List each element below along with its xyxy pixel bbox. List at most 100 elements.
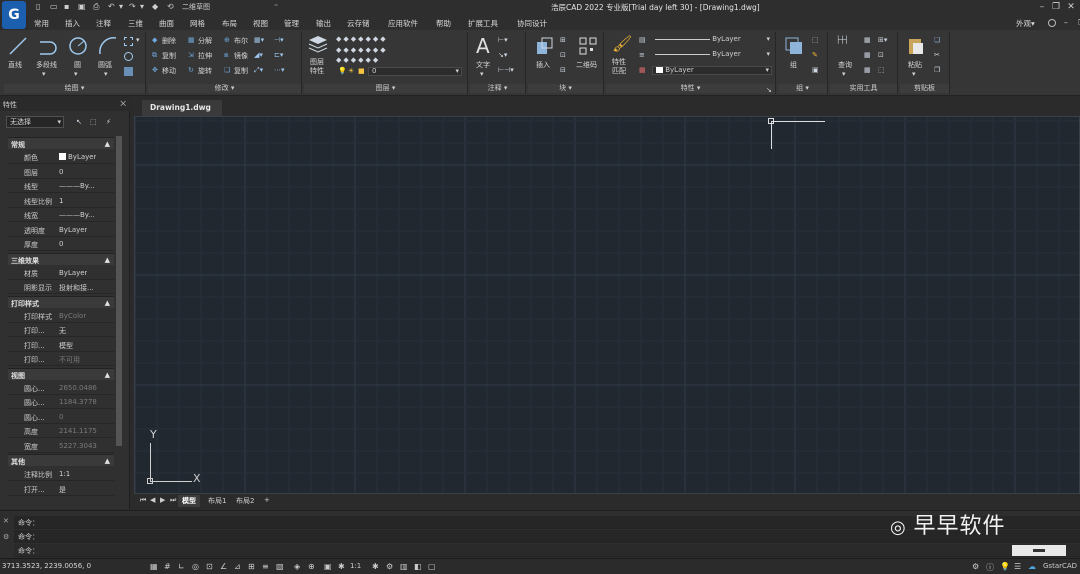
layer-tools-row-1[interactable]: ◆◆◆◆◆◆◆ (336, 35, 388, 43)
trim-icon[interactable]: ⊣▾ (274, 36, 284, 44)
block-create-icon[interactable]: ⊡ (560, 51, 566, 59)
stretch-icon[interactable]: ⇲ (188, 51, 194, 59)
status-info-icon[interactable]: ⓘ (986, 562, 995, 572)
color-icon[interactable]: ▤ (639, 36, 646, 44)
save-as-icon[interactable]: ▣ (78, 2, 87, 12)
tips-icon[interactable]: 💡 (1000, 562, 1010, 571)
redo-dropdown-icon[interactable]: ▾ (140, 2, 149, 12)
group-icon[interactable] (784, 36, 804, 56)
appearance-menu[interactable]: 外观▾ (1016, 18, 1035, 29)
auto-scale-icon[interactable]: ✱ (372, 562, 381, 571)
polyline-dropdown-icon[interactable]: ▾ (42, 70, 46, 78)
insert-block-icon[interactable] (534, 36, 554, 56)
join-icon[interactable]: ⋯▾ (274, 66, 285, 74)
util-more-icon[interactable]: ▦ (864, 66, 871, 74)
lineweight-icon[interactable]: ▦ (639, 66, 646, 74)
group-panel-label[interactable]: 组 ▾ (778, 84, 827, 93)
property-row[interactable]: 打开... 是 (8, 482, 114, 496)
match-properties-icon[interactable]: 🖌 (612, 34, 632, 53)
array-icon[interactable]: ▦▾ (254, 36, 264, 44)
color-dropdown[interactable]: ByLayer ▾ (652, 36, 772, 45)
property-row[interactable]: 注释比例 1:1 (8, 467, 114, 481)
property-row[interactable]: 颜色 ByLayer (8, 150, 114, 164)
menu-home[interactable]: 常用 (34, 18, 49, 29)
minimize-icon[interactable]: – (1036, 1, 1048, 13)
menu-annotate[interactable]: 注释 (96, 18, 111, 29)
block-attr-icon[interactable]: ⊟ (560, 66, 566, 74)
property-row[interactable]: 圆心... 2650.0486 (8, 381, 114, 395)
circle-dropdown-icon[interactable]: ▾ (74, 70, 78, 78)
restore-icon[interactable]: ❐ (1050, 1, 1062, 13)
qrcode-tool[interactable]: 二维码 (576, 60, 597, 70)
property-row[interactable]: 材质 ByLayer (8, 266, 114, 280)
tab-add-layout[interactable]: + (260, 495, 274, 505)
property-row[interactable]: 图层 0 (8, 165, 114, 179)
workspace-switch-icon[interactable]: ⚙ (386, 562, 395, 571)
layer-on-icon[interactable]: 💡 (338, 67, 347, 75)
section-header[interactable]: 视图 ▲ (8, 367, 114, 380)
app-logo[interactable]: G (2, 1, 26, 29)
rectangle-icon[interactable] (124, 37, 133, 46)
property-row[interactable]: 厚度 0 (8, 237, 114, 251)
fullscreen-icon[interactable]: ▢ (428, 562, 437, 571)
property-row[interactable]: 阴影显示 投射和接... (8, 280, 114, 294)
menu-apps[interactable]: 应用软件 (388, 18, 418, 29)
menu-mesh[interactable]: 网格 (190, 18, 205, 29)
lock-ui-icon[interactable]: ▥ (400, 562, 409, 571)
layer-dropdown[interactable]: 0 ▾ (368, 67, 462, 76)
paste-tool[interactable]: 粘贴 (908, 60, 922, 70)
layer-lock-icon[interactable]: ■ (358, 67, 365, 75)
osnap-icon[interactable]: ⊡ (206, 562, 215, 571)
toggle-pickadd-icon[interactable]: ↖ (76, 118, 82, 126)
insert-tool[interactable]: 插入 (536, 60, 550, 70)
id-point-icon[interactable]: ⊞▾ (878, 36, 887, 44)
text-icon[interactable]: A (476, 34, 490, 58)
section-header[interactable]: 打印样式 ▲ (8, 295, 114, 308)
utilities-panel-label[interactable]: 实用工具 (830, 84, 897, 93)
hatch-icon[interactable] (124, 67, 133, 76)
grid-display-icon[interactable]: # (164, 562, 173, 571)
dimension-icon[interactable]: ⊢▾ (498, 36, 508, 44)
fillet-icon[interactable]: ◢▾ (254, 51, 263, 59)
copy-clip-icon[interactable]: ❏ (934, 36, 940, 44)
settings-icon[interactable]: ⚙ (972, 562, 981, 571)
mirror-icon[interactable]: ⧈ (224, 51, 228, 60)
section-header[interactable]: 其他 ▲ (8, 454, 114, 466)
quick-select-icon[interactable]: ⬚ (878, 66, 885, 74)
explode-icon[interactable]: ▦ (188, 36, 195, 44)
zoom-icon[interactable]: ⊕ (308, 562, 317, 571)
cloud-icon[interactable]: ☁ (1028, 562, 1037, 571)
calculator-icon[interactable]: ▦ (864, 36, 871, 44)
menu-output[interactable]: 输出 (316, 18, 331, 29)
property-row[interactable]: 圆心... 1184.3778 (8, 395, 114, 409)
ribbon-minimize-icon[interactable]: – (1064, 18, 1068, 27)
property-row[interactable]: 打印... 无 (8, 323, 114, 337)
tab-layout2[interactable]: 布局2 (232, 495, 258, 507)
draw-more-icon[interactable]: ▾ (136, 36, 140, 44)
erase-icon[interactable]: ◆ (152, 36, 157, 44)
dynamic-ucs-icon[interactable]: ⊿ (234, 562, 243, 571)
stretch-tool[interactable]: 拉伸 (198, 51, 212, 61)
ortho-icon[interactable]: ∟ (178, 562, 187, 571)
theme-toggle-icon[interactable] (1048, 19, 1056, 27)
property-row[interactable]: 打印... 不可用 (8, 352, 114, 366)
paste-icon[interactable] (906, 36, 926, 56)
select-similar-icon[interactable]: ⊡ (878, 51, 884, 59)
measure-icon[interactable]: ├┼┤ (836, 36, 849, 44)
dynamic-input-icon[interactable]: ⊞ (248, 562, 257, 571)
menu-extend[interactable]: 扩展工具 (468, 18, 498, 29)
paste-dropdown-icon[interactable]: ▾ (912, 70, 916, 78)
menu-surface[interactable]: 曲面 (159, 18, 174, 29)
undo-dropdown-icon[interactable]: ▾ (119, 2, 128, 12)
linetype-dropdown[interactable]: ByLayer ▾ (652, 51, 772, 60)
explode-tool[interactable]: 分解 (198, 36, 212, 46)
otrack-icon[interactable]: ∠ (220, 562, 229, 571)
clipboard-panel-label[interactable]: 剪贴板 (900, 84, 949, 93)
collapse-icon[interactable]: ▲ (105, 140, 110, 148)
redo-icon[interactable]: ↷ (129, 2, 138, 12)
property-row[interactable]: 透明度 ByLayer (8, 223, 114, 237)
boolean-icon[interactable]: ⊕ (224, 36, 230, 44)
print-icon[interactable]: ⎙ (93, 2, 102, 12)
open-folder-icon[interactable]: ▭ (50, 2, 59, 12)
property-row[interactable]: 打印... 模型 (8, 338, 114, 352)
